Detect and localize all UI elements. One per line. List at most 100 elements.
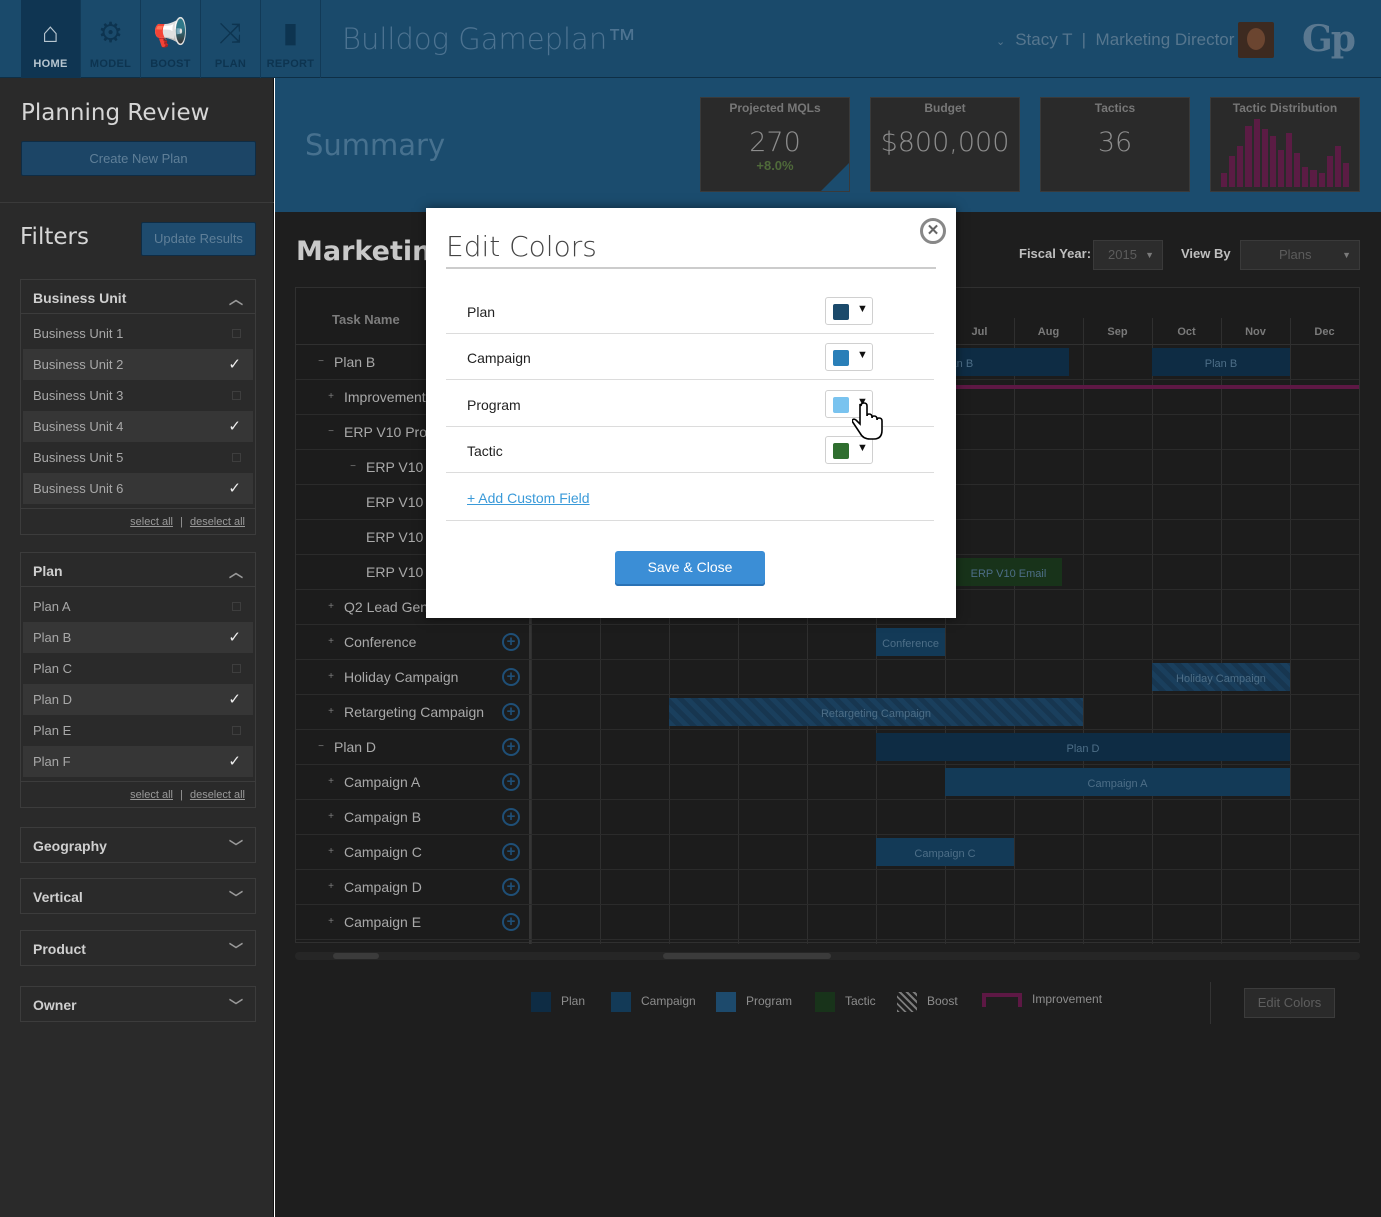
filter-item-business-unit-5[interactable]: Business Unit 5 — [21, 442, 255, 473]
scroll-thumb-left[interactable] — [333, 953, 379, 959]
nav-plan[interactable]: ⤨ PLAN — [201, 0, 261, 78]
filter-item-business-unit-1[interactable]: Business Unit 1 — [21, 318, 255, 349]
vertical-filter[interactable]: Vertical ﹀ — [20, 878, 256, 914]
business-unit-header[interactable]: Business Unit ︿ — [21, 280, 255, 314]
nav-home[interactable]: ⌂ HOME — [21, 0, 81, 78]
color-swatch — [833, 350, 849, 366]
filter-item-plan-f[interactable]: Plan F ✓ — [23, 746, 253, 777]
expand-icon[interactable]: + — [326, 812, 336, 822]
select-all-link[interactable]: select all — [130, 789, 173, 801]
add-task-icon[interactable]: + — [502, 878, 520, 896]
checkbox[interactable] — [232, 453, 241, 462]
timeline-bar[interactable]: Campaign C — [876, 838, 1014, 866]
filter-item-business-unit-4[interactable]: Business Unit 4 ✓ — [23, 411, 253, 442]
task-name: Campaign B — [344, 809, 422, 825]
tactics-card[interactable]: Tactics 36 — [1040, 97, 1190, 192]
timeline-bar[interactable]: Retargeting Campaign — [669, 698, 1083, 726]
table-row[interactable]: + Conference + — [296, 625, 1359, 660]
budget-card[interactable]: Budget $800,000 — [870, 97, 1020, 192]
add-task-icon[interactable]: + — [502, 738, 520, 756]
fiscal-year-select[interactable]: 2015 ▼ — [1093, 240, 1163, 270]
checkbox[interactable] — [232, 726, 241, 735]
filter-item-plan-a[interactable]: Plan A — [21, 591, 255, 622]
collapse-icon[interactable]: − — [326, 427, 336, 437]
user-menu[interactable]: ⌄ Stacy T | Marketing Director — [996, 30, 1234, 50]
color-picker-campaign[interactable]: ▼ — [825, 343, 873, 371]
add-custom-field-link[interactable]: + Add Custom Field — [467, 490, 590, 506]
horizontal-scrollbar[interactable] — [295, 952, 1360, 960]
avatar[interactable] — [1238, 22, 1274, 58]
expand-icon[interactable]: + — [326, 602, 336, 612]
page-title: Planning Review — [21, 100, 210, 126]
filter-item-plan-c[interactable]: Plan C — [21, 653, 255, 684]
collapse-icon[interactable]: − — [316, 357, 326, 367]
checkmark-icon[interactable]: ✓ — [228, 622, 241, 653]
add-task-icon[interactable]: + — [502, 633, 520, 651]
checkbox[interactable] — [232, 664, 241, 673]
timeline-bar[interactable]: Campaign A — [945, 768, 1290, 796]
select-all-link[interactable]: select all — [130, 516, 173, 528]
update-results-button[interactable]: Update Results — [141, 222, 256, 256]
checkmark-icon[interactable]: ✓ — [228, 684, 241, 715]
edit-colors-button[interactable]: Edit Colors — [1244, 988, 1335, 1018]
color-picker-plan[interactable]: ▼ — [825, 297, 873, 325]
filter-item-business-unit-2[interactable]: Business Unit 2 ✓ — [23, 349, 253, 380]
owner-filter[interactable]: Owner ﹀ — [20, 986, 256, 1022]
save-and-close-button[interactable]: Save & Close — [615, 551, 765, 586]
filter-item-plan-b[interactable]: Plan B ✓ — [23, 622, 253, 653]
deselect-all-link[interactable]: deselect all — [190, 789, 245, 801]
scroll-thumb-right[interactable] — [663, 953, 831, 959]
tactic-distribution-card[interactable]: Tactic Distribution — [1210, 97, 1360, 192]
collapse-icon[interactable]: − — [316, 742, 326, 752]
timeline-bar[interactable]: Plan D — [876, 733, 1290, 761]
table-row[interactable]: + Campaign D + — [296, 870, 1359, 905]
expand-icon[interactable]: + — [326, 672, 336, 682]
expand-icon[interactable]: + — [326, 917, 336, 927]
nav-report[interactable]: ▮ REPORT — [261, 0, 321, 78]
collapse-icon[interactable]: − — [348, 462, 358, 472]
add-task-icon[interactable]: + — [502, 808, 520, 826]
checkbox[interactable] — [232, 391, 241, 400]
table-row[interactable]: + Campaign B + — [296, 800, 1359, 835]
expand-icon[interactable]: + — [326, 777, 336, 787]
expand-icon[interactable]: + — [326, 392, 336, 402]
expand-icon[interactable]: + — [326, 847, 336, 857]
timeline-bar[interactable]: ERP V10 Email — [955, 558, 1062, 586]
view-by-select[interactable]: Plans ▼ — [1240, 240, 1360, 270]
checkmark-icon[interactable]: ✓ — [228, 411, 241, 442]
timeline-bar[interactable]: Conference — [876, 628, 945, 656]
filter-item-business-unit-6[interactable]: Business Unit 6 ✓ — [23, 473, 253, 504]
add-task-icon[interactable]: + — [502, 668, 520, 686]
add-task-icon[interactable]: + — [502, 703, 520, 721]
add-task-icon[interactable]: + — [502, 843, 520, 861]
table-row[interactable]: + Campaign E + — [296, 905, 1359, 940]
expand-icon[interactable]: + — [326, 637, 336, 647]
add-task-icon[interactable]: + — [502, 913, 520, 931]
checkbox[interactable] — [232, 602, 241, 611]
product-filter[interactable]: Product ﹀ — [20, 930, 256, 966]
distribution-bar — [1221, 173, 1228, 187]
checkmark-icon[interactable]: ✓ — [228, 746, 241, 777]
geography-filter[interactable]: Geography ﹀ — [20, 827, 256, 863]
timeline-bar[interactable]: Plan B — [1152, 348, 1290, 376]
filter-item-plan-e[interactable]: Plan E — [21, 715, 255, 746]
add-task-icon[interactable]: + — [502, 773, 520, 791]
timeline-bar[interactable]: Holiday Campaign — [1152, 663, 1290, 691]
filter-item-business-unit-3[interactable]: Business Unit 3 — [21, 380, 255, 411]
checkmark-icon[interactable]: ✓ — [228, 349, 241, 380]
expand-icon[interactable]: + — [326, 707, 336, 717]
projected-mqls-card[interactable]: Projected MQLs 270 +8.0% — [700, 97, 850, 192]
create-new-plan-button[interactable]: Create New Plan — [21, 141, 256, 176]
table-row[interactable]: + Campaign C + — [296, 835, 1359, 870]
checkbox[interactable] — [232, 329, 241, 338]
card-title: Projected MQLs — [729, 101, 821, 115]
expand-icon[interactable]: + — [326, 882, 336, 892]
nav-model[interactable]: ⚙ MODEL — [81, 0, 141, 78]
filter-item-plan-d[interactable]: Plan D ✓ — [23, 684, 253, 715]
checkmark-icon[interactable]: ✓ — [228, 473, 241, 504]
plan-header[interactable]: Plan ︿ — [21, 553, 255, 587]
nav-boost[interactable]: 📢 BOOST — [141, 0, 201, 78]
deselect-all-link[interactable]: deselect all — [190, 516, 245, 528]
close-icon[interactable]: ✕ — [920, 218, 946, 244]
legend-plan: Plan — [531, 992, 585, 1014]
